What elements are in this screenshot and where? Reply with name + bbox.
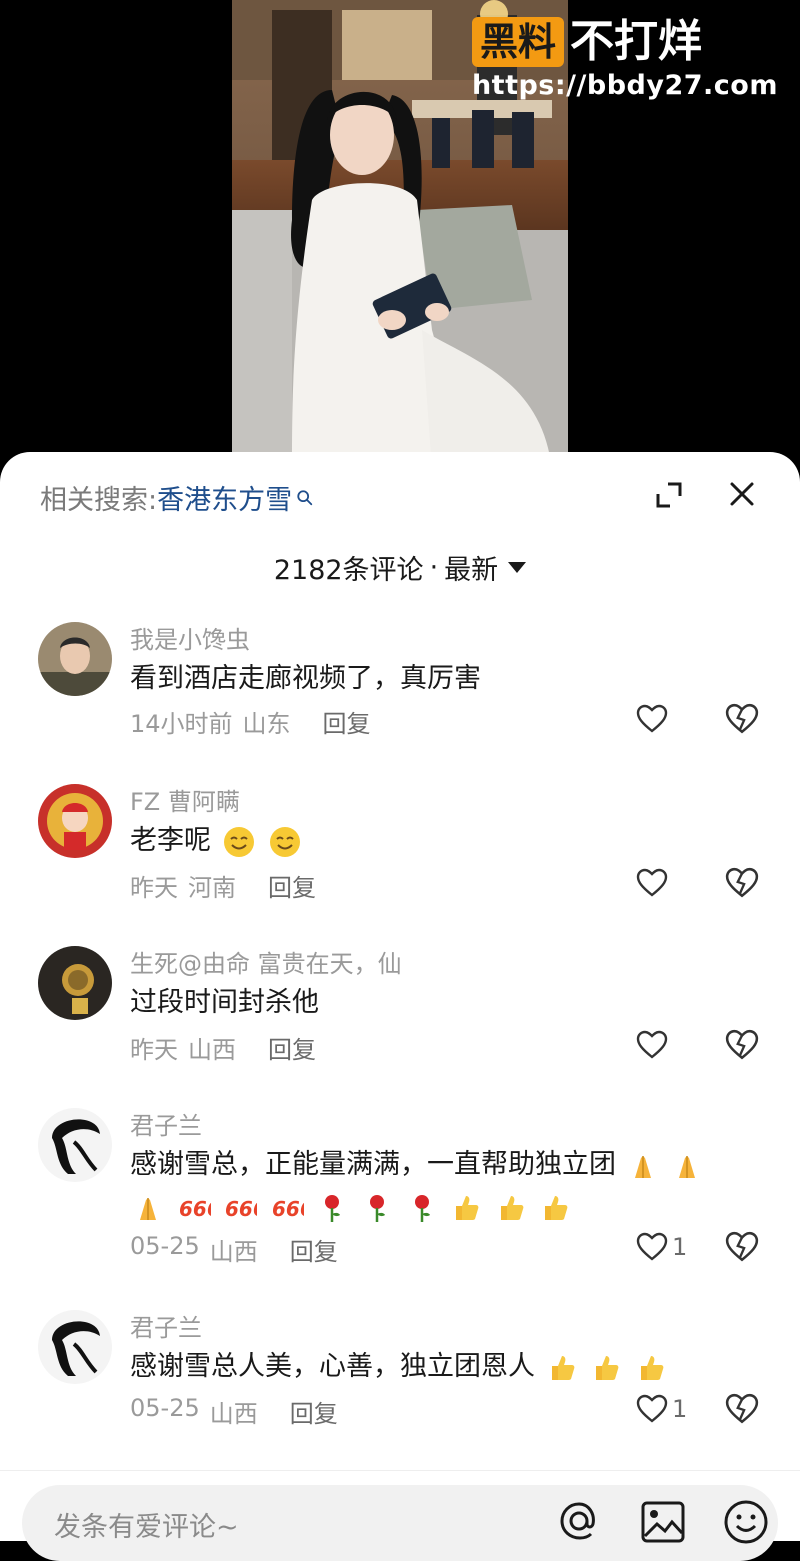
svg-text:666: 666: [272, 1197, 304, 1221]
comment-meta: 14小时前 山东 回复: [130, 704, 371, 739]
comment-meta: 昨天 山西 回复: [130, 1030, 316, 1065]
video-area[interactable]: 黑料 不打烊 https://bbdy27.com: [0, 0, 800, 470]
comment-author[interactable]: 君子兰: [130, 1308, 202, 1343]
comment-author[interactable]: 生死@由命 富贵在天，仙: [130, 944, 402, 979]
smile-emoji-icon: [223, 826, 254, 857]
comment-time: 05-25: [130, 1394, 200, 1422]
pray-emoji-icon: [679, 1155, 696, 1178]
comment-meta: 05-25 山西 回复: [130, 1394, 338, 1429]
comment-region: 山西: [188, 1036, 236, 1064]
like-button[interactable]: 1: [636, 1230, 700, 1264]
comment-text: 老李呢: [130, 820, 770, 862]
sort-label[interactable]: 最新: [444, 548, 498, 587]
like-button[interactable]: [636, 866, 700, 900]
666-emoji-icon: 666: [179, 1197, 211, 1221]
comment-text-body: 感谢雪总，正能量满满，一直帮助独立团: [130, 1149, 616, 1180]
heart-icon: [636, 1232, 668, 1261]
pray-emoji-icon: [140, 1197, 156, 1220]
comment-meta: 昨天 河南 回复: [130, 868, 316, 903]
comment-region: 河南: [188, 874, 236, 902]
caret-down-icon[interactable]: [508, 562, 527, 573]
thumbs-up-emoji-icon: [500, 1195, 524, 1220]
heart-icon: [636, 1394, 668, 1423]
666-emoji-icon: 666: [225, 1197, 257, 1221]
watermark-text: 不打烊: [569, 16, 702, 67]
at-mention-icon[interactable]: [556, 1498, 602, 1544]
pray-emoji-icon: [634, 1155, 651, 1178]
reply-button[interactable]: 回复: [268, 1030, 316, 1065]
heart-icon: [636, 1030, 668, 1059]
close-icon[interactable]: [727, 479, 757, 509]
avatar[interactable]: [38, 1108, 112, 1182]
comment-author[interactable]: 君子兰: [130, 1106, 202, 1141]
reply-button[interactable]: 回复: [290, 1394, 338, 1429]
comment-sheet: 相关搜索: 香港东方雪 2182条评论 · 最新 我是小馋虫 看到酒店走廊视频了…: [0, 452, 800, 1540]
like-button[interactable]: [636, 702, 700, 736]
watermark-url: https://bbdy27.com: [471, 70, 778, 101]
comment-time: 昨天: [130, 1036, 178, 1064]
comment-region: 山东: [242, 710, 291, 738]
like-button[interactable]: 1: [636, 1392, 700, 1426]
comment-input-placeholder[interactable]: 发条有爱评论~: [54, 1505, 239, 1544]
comment-author[interactable]: FZ 曹阿瞒: [130, 782, 240, 817]
related-search-label: 相关搜索:: [40, 485, 158, 516]
watermark-badge: 黑料: [471, 17, 564, 67]
comment-time: 昨天: [130, 874, 178, 902]
comment-input[interactable]: 发条有爱评论~: [22, 1485, 778, 1561]
broken-heart-icon[interactable]: [725, 1028, 759, 1062]
comment-text-body: 老李呢: [130, 825, 211, 856]
rose-emoji-icon: [325, 1194, 341, 1222]
comment-input-bar: 发条有爱评论~: [0, 1470, 800, 1561]
broken-heart-icon[interactable]: [725, 866, 759, 900]
comment-count-header[interactable]: 2182条评论 · 最新: [0, 548, 800, 587]
heart-icon: [636, 868, 668, 897]
666-emoji-icon: 666: [272, 1197, 304, 1221]
svg-text:666: 666: [179, 1197, 211, 1221]
comment-author[interactable]: 我是小馋虫: [130, 620, 250, 655]
watermark: 黑料 不打烊 https://bbdy27.com: [471, 16, 778, 101]
search-icon: [297, 489, 313, 505]
reply-button[interactable]: 回复: [290, 1232, 338, 1267]
comment-text-body: 感谢雪总人美，心善，独立团恩人: [130, 1351, 535, 1382]
emoji-icon[interactable]: [722, 1498, 770, 1546]
like-count: 1: [672, 1233, 688, 1261]
thumbs-up-emoji-icon: [596, 1355, 619, 1380]
thumbs-up-emoji-icon: [545, 1195, 568, 1220]
rose-emoji-icon: [369, 1194, 385, 1222]
avatar[interactable]: [38, 622, 112, 696]
like-count: 1: [672, 1395, 688, 1423]
comment-text: 感谢雪总人美，心善，独立团恩人: [130, 1346, 770, 1388]
comment-text: 感谢雪总，正能量满满，一直帮助独立团 666 666 666: [130, 1144, 770, 1228]
rose-emoji-icon: [414, 1194, 430, 1222]
comment-count: 2182条评论: [273, 555, 424, 586]
avatar[interactable]: [38, 784, 112, 858]
comment-text: 过段时间封杀他: [130, 987, 319, 1018]
comment-time: 14小时前: [130, 710, 233, 738]
thumbs-up-emoji-icon: [551, 1355, 574, 1380]
broken-heart-icon[interactable]: [725, 1392, 759, 1426]
reply-button[interactable]: 回复: [323, 704, 371, 739]
smile-emoji-icon: [270, 826, 301, 857]
image-icon[interactable]: [640, 1500, 686, 1544]
avatar[interactable]: [38, 1310, 112, 1384]
comment-text: 看到酒店走廊视频了，真厉害: [130, 663, 481, 694]
thumbs-up-emoji-icon: [456, 1195, 479, 1220]
comment-time: 05-25: [130, 1232, 200, 1260]
related-search[interactable]: 相关搜索: 香港东方雪: [40, 478, 314, 517]
like-button[interactable]: [636, 1028, 700, 1062]
reply-button[interactable]: 回复: [268, 868, 316, 903]
broken-heart-icon[interactable]: [725, 702, 759, 736]
svg-text:666: 666: [225, 1197, 257, 1221]
related-search-keyword[interactable]: 香港东方雪: [157, 478, 292, 517]
expand-icon[interactable]: [654, 480, 684, 510]
thumbs-up-emoji-icon: [640, 1355, 664, 1380]
comment-region: 山西: [209, 1238, 258, 1266]
broken-heart-icon[interactable]: [725, 1230, 759, 1264]
heart-icon: [636, 704, 668, 733]
comment-region: 山西: [209, 1400, 258, 1428]
separator: ·: [429, 552, 439, 583]
avatar[interactable]: [38, 946, 112, 1020]
comment-meta: 05-25 山西 回复: [130, 1232, 338, 1267]
